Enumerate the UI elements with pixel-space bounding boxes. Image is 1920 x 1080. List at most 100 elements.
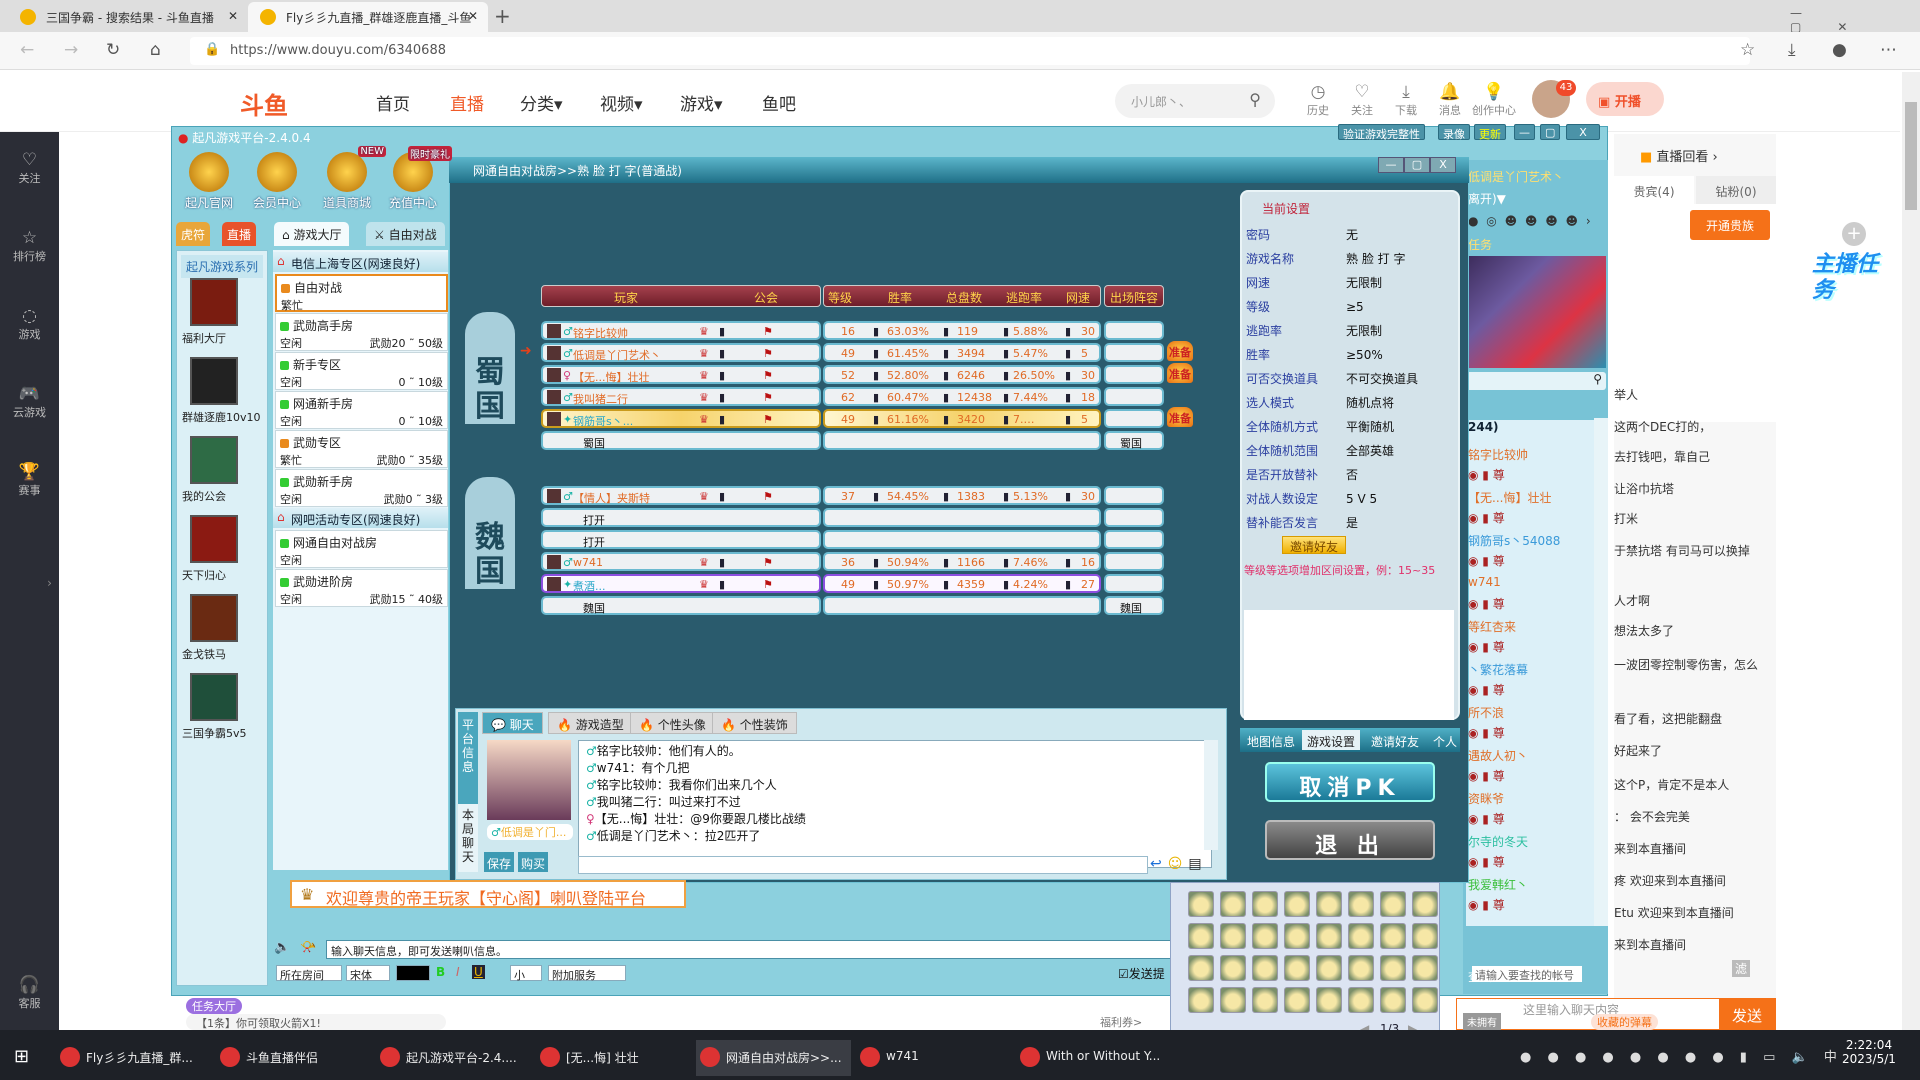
emoji-face-icon[interactable] <box>1316 891 1342 917</box>
nav-item[interactable]: 首页 <box>376 90 410 115</box>
sidebar-item[interactable]: 🎧 客服 <box>0 975 59 1011</box>
new-tab-icon[interactable]: + <box>494 4 511 28</box>
filter-button[interactable]: 滤 <box>1732 960 1751 977</box>
tab-vip[interactable]: 贵宾(4) <box>1614 176 1694 204</box>
emoji-face-icon[interactable] <box>1284 923 1310 949</box>
emoji-face-icon[interactable] <box>1380 987 1406 1013</box>
sidebar-item[interactable]: ◌ 游戏 <box>0 306 59 342</box>
emoji-face-icon[interactable] <box>1412 987 1438 1013</box>
refresh-icon[interactable]: ↻ <box>106 40 120 60</box>
friend-item[interactable]: 铭字比较帅 <box>1468 446 1528 463</box>
emoji-face-icon[interactable] <box>1188 987 1214 1013</box>
send-hint-checkbox[interactable]: ☑发送提 <box>1118 965 1165 982</box>
friend-item[interactable]: w741 <box>1468 575 1501 589</box>
replay-link[interactable]: ■ 直播回看 › <box>1640 146 1718 165</box>
game-item[interactable]: 群雄逐鹿10v10 <box>182 357 266 425</box>
friend-search-box[interactable]: ⚲ <box>1466 372 1606 390</box>
header-bell[interactable]: 🔔 消息 <box>1428 82 1472 118</box>
player-slot[interactable]: ♂ 我叫猪二行 ♛ ▮ ⚑ <box>541 387 821 406</box>
size-select[interactable]: 小 <box>510 965 542 982</box>
save-button[interactable]: 保存 <box>484 852 514 872</box>
task-hall-button[interactable]: 任务大厅 <box>186 998 242 1014</box>
status-dropdown[interactable]: 离开)▼ <box>1468 190 1506 207</box>
favorite-danmu-button[interactable]: 收藏的弹幕 <box>1591 1014 1658 1030</box>
minimize-icon[interactable]: — <box>1378 157 1404 173</box>
nav-item[interactable]: 鱼吧 <box>762 90 796 115</box>
emoji-face-icon[interactable] <box>1188 891 1214 917</box>
tab-hufu[interactable]: 虎符 <box>176 222 211 246</box>
ad-banner[interactable] <box>1466 256 1606 368</box>
minimize-icon[interactable]: — <box>1514 124 1535 140</box>
room-item[interactable]: 武勋高手房 空闲 武勋20 ˜ 50级 <box>275 313 448 351</box>
italic-icon[interactable]: I <box>456 965 460 979</box>
platform-official-site-button[interactable]: 起凡官网 <box>178 152 240 211</box>
send-arrow-icon[interactable]: ↩ <box>1150 856 1168 872</box>
player-slot[interactable]: ♀ 【无...悔】壮壮 ♛ ▮ ⚑ <box>541 365 821 384</box>
message-user[interactable]: 低调是丫门艺术丶： <box>597 829 705 843</box>
chat-tab[interactable]: 💬 聊天 <box>482 712 543 734</box>
emoji-face-icon[interactable] <box>1220 891 1246 917</box>
speaker-icon[interactable]: 🔈 <box>274 940 290 955</box>
tab-map-info[interactable]: 地图信息 <box>1242 730 1300 750</box>
search-input[interactable]: 小儿郎丶、 ⚲ <box>1115 84 1275 118</box>
emoji-face-icon[interactable] <box>1412 955 1438 981</box>
emoji-face-icon[interactable] <box>1348 955 1374 981</box>
nav-item[interactable]: 视频▾ <box>600 90 643 115</box>
player-slot[interactable]: ♂ 铭字比较帅 ♛ ▮ ⚑ <box>541 321 821 340</box>
tab-live[interactable]: 直播 <box>222 222 257 246</box>
close-icon[interactable]: X <box>1430 157 1456 173</box>
friend-item[interactable]: 我爱韩红丶 <box>1468 876 1528 893</box>
emoji-face-icon[interactable] <box>1220 923 1246 949</box>
rocket-notice[interactable]: 【1条】你可领取火箭X1! <box>186 1014 446 1030</box>
emoji-face-icon[interactable] <box>1252 923 1278 949</box>
zone-header[interactable]: 网吧活动专区(网速良好) <box>273 508 448 528</box>
message-user[interactable]: 我叫猪二行： <box>597 795 669 809</box>
task-link[interactable]: 任务 <box>1468 236 1492 253</box>
emoji-face-icon[interactable] <box>1348 987 1374 1013</box>
find-account-input[interactable]: 请输入要查找的帐号 <box>1472 966 1582 982</box>
emoji-face-icon[interactable] <box>1380 955 1406 981</box>
player-slot[interactable]: ♂ 低调是丫门艺术丶 ♛ ▮ ⚑ <box>541 343 821 362</box>
zone-header[interactable]: 电信上海专区(网速良好) <box>273 252 448 272</box>
emoji-face-icon[interactable] <box>1348 923 1374 949</box>
friend-item[interactable]: 尔寺的冬天 <box>1468 833 1528 850</box>
tab-free-battle[interactable]: ⚔ 自由对战 <box>366 222 445 246</box>
window-controls[interactable]: —▢✕ <box>1790 6 1920 34</box>
home-icon[interactable]: ⌂ <box>150 40 161 60</box>
sidebar-expand-toggle[interactable]: › <box>40 548 59 626</box>
tab-invite-friends[interactable]: 邀请好友 <box>1366 730 1424 750</box>
friend-item[interactable]: 所不浪 <box>1468 704 1504 721</box>
nav-item[interactable]: 游戏▾ <box>680 90 723 115</box>
download-icon[interactable]: ⤓ <box>1788 40 1796 60</box>
emoji-face-icon[interactable] <box>1316 923 1342 949</box>
more-icon[interactable]: ⋯ <box>1880 40 1897 60</box>
emoji-face-icon[interactable] <box>1412 923 1438 949</box>
replay-button[interactable]: 录像 <box>1438 124 1470 141</box>
update-button[interactable]: 更新 <box>1474 124 1506 141</box>
header-heart[interactable]: ♡ 关注 <box>1340 82 1384 118</box>
message-user[interactable]: w741： <box>597 761 642 775</box>
douyu-chat-input[interactable]: 未拥有 这里输入聊天内容 收藏的弹幕 发送 <box>1456 998 1776 1030</box>
emoji-face-icon[interactable] <box>1348 891 1374 917</box>
friend-item[interactable]: 等红杏来 <box>1468 618 1516 635</box>
room-item[interactable]: 新手专区 空闲 0 ˜ 10级 <box>275 352 448 390</box>
open-noble-button[interactable]: 开通贵族 <box>1690 210 1770 240</box>
tab-personal[interactable]: 个人 <box>1428 730 1462 750</box>
coupon-link[interactable]: 福利券> <box>1100 1014 1142 1030</box>
close-icon[interactable]: X <box>1566 124 1600 140</box>
sidebar-item[interactable]: 🏆 赛事 <box>0 462 59 498</box>
maximize-icon[interactable]: ▢ <box>1540 124 1561 140</box>
friend-item[interactable]: 遇故人初丶 <box>1468 747 1528 764</box>
player-slot[interactable]: ♂ w741 ♛ ▮ ⚑ <box>541 552 821 571</box>
room-chat-input[interactable] <box>578 856 1148 874</box>
player-slot[interactable]: 打开 <box>541 530 821 549</box>
game-item[interactable]: 我的公会 <box>182 436 266 504</box>
game-item[interactable]: 金戈铁马 <box>182 594 266 662</box>
profile-icon[interactable]: ● <box>1832 40 1847 60</box>
friend-item[interactable]: 丶繁花落幕 <box>1468 661 1528 678</box>
page-scrollbar[interactable] <box>1902 72 1920 1030</box>
tray-icons[interactable]: ● ● ● ● ● ● ● ● ▮ ▭ 🔈 中 <box>1520 1046 1843 1065</box>
invite-friends-button[interactable]: 邀请好友 <box>1282 536 1346 554</box>
nav-item[interactable]: 分类▾ <box>520 90 563 115</box>
emoji-face-icon[interactable] <box>1284 891 1310 917</box>
